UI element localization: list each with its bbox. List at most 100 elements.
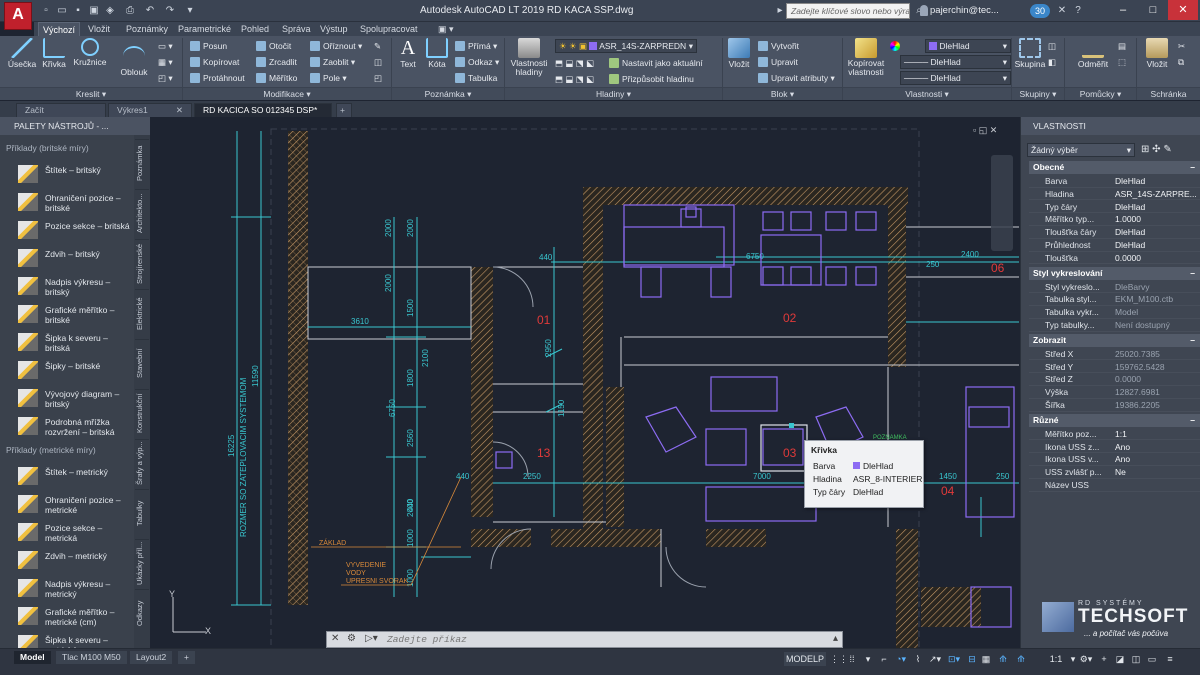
tab-insert[interactable]: Vložit xyxy=(84,22,114,36)
layout-tab-layout2[interactable]: Layout2 xyxy=(130,651,173,664)
tab-start[interactable]: Začít xyxy=(16,103,106,117)
palette-tab[interactable]: Elektrické xyxy=(135,289,149,337)
line-button[interactable]: Úsečka xyxy=(4,38,40,69)
offset-icon[interactable]: ◰ xyxy=(374,72,382,84)
customize-qat-icon[interactable]: ▾ xyxy=(184,5,196,17)
array-button[interactable]: Pole ▾ xyxy=(310,72,347,84)
property-row[interactable]: Typ tabulky... Není dostupný xyxy=(1029,319,1200,332)
tab-home[interactable]: Výchozí xyxy=(38,22,81,36)
snap-icon[interactable]: ⁞⁞ xyxy=(846,652,858,666)
layer-properties-button[interactable]: Vlastnosti hladiny xyxy=(508,38,550,77)
app-menu-button[interactable]: A xyxy=(4,2,32,30)
property-row[interactable]: Výška 12827.6981 xyxy=(1029,386,1200,399)
annotation-scale[interactable]: 1:1 xyxy=(1044,652,1068,666)
color-dropdown[interactable]: DleHlad ▾ xyxy=(925,39,1011,53)
make-current-button[interactable]: Nastavit jako aktuální xyxy=(609,57,703,69)
grip[interactable] xyxy=(789,423,794,428)
open-web-icon[interactable]: ◈ xyxy=(104,5,116,17)
tab-drawing1[interactable]: Výkres1 ✕ xyxy=(108,103,192,117)
fillet-button[interactable]: Zaoblit ▾ xyxy=(310,56,355,68)
save-icon[interactable]: ▪ xyxy=(72,5,84,17)
notification-badge[interactable]: 30 xyxy=(1030,4,1050,18)
command-line[interactable]: ✕ ⚙ ▷▾ Zadejte příkaz ▴ xyxy=(326,631,843,648)
palette-tab[interactable]: Poznámka xyxy=(135,139,149,187)
ungroup-icon[interactable]: ◫ xyxy=(1048,40,1056,52)
draw-panel-title[interactable]: Kreslit ▾ xyxy=(0,87,182,100)
model-space-button[interactable]: MODELP xyxy=(784,652,826,666)
palette-title[interactable]: PALETY NÁSTROJŮ - ... xyxy=(0,117,150,135)
lineweight-icon[interactable]: ⊟ xyxy=(966,652,978,666)
layout-tab-print[interactable]: Tlac M100 M50 xyxy=(56,651,127,664)
property-row[interactable]: Šířka 19386.2205 xyxy=(1029,399,1200,412)
property-row[interactable]: Barva DleHlad xyxy=(1029,175,1200,188)
polyline-button[interactable]: Křivka xyxy=(38,38,70,69)
linetype-dropdown[interactable]: ──── DleHlad ▾ xyxy=(900,55,1011,69)
undo-icon[interactable]: ↶ xyxy=(144,5,156,17)
copy-clip-icon[interactable]: ⧉ xyxy=(1178,56,1184,68)
property-row[interactable]: Ikona USS v... Ano xyxy=(1029,453,1200,466)
modify-panel-title[interactable]: Modifikace ▾ xyxy=(183,87,391,100)
property-row[interactable]: Měřítko poz... 1:1 xyxy=(1029,428,1200,441)
close-tab-icon[interactable]: ✕ xyxy=(176,104,183,117)
tab-output[interactable]: Výstup xyxy=(316,22,352,36)
property-row[interactable]: Typ čáry DleHlad xyxy=(1029,201,1200,214)
property-row[interactable]: Střed Y 159762.5428 xyxy=(1029,361,1200,374)
annotation-panel-title[interactable]: Poznámka ▾ xyxy=(392,87,504,100)
command-settings-icon[interactable]: ⚙ xyxy=(347,633,356,644)
layers-panel-title[interactable]: Hladiny ▾ xyxy=(505,87,722,100)
group-button[interactable]: Skupina xyxy=(1014,38,1046,69)
measure-button[interactable]: Odměřit xyxy=(1072,38,1114,69)
palette-tab[interactable]: Tabulky xyxy=(135,489,149,537)
property-row[interactable]: Tabulka styl... EKM_M100.ctb xyxy=(1029,293,1200,306)
expand-search-icon[interactable]: ▸ xyxy=(774,5,786,17)
ribbon-options-icon[interactable]: ▣ ▾ xyxy=(434,22,458,36)
tab-view[interactable]: Pohled xyxy=(237,22,273,36)
copy-button[interactable]: Kopírovat xyxy=(190,56,239,68)
maximize-button[interactable]: □ xyxy=(1138,0,1168,20)
minimize-button[interactable]: – xyxy=(1108,0,1138,20)
arc-button[interactable]: Oblouk xyxy=(118,46,150,77)
rotate-button[interactable]: Otočit xyxy=(256,40,291,52)
palette-tab[interactable]: Architekto... xyxy=(135,189,149,237)
properties-section-view[interactable]: Zobrazit – xyxy=(1029,333,1200,347)
redo-icon[interactable]: ↷ xyxy=(164,5,176,17)
move-button[interactable]: Posun xyxy=(190,40,227,52)
quick-calc-icon[interactable]: ▤ xyxy=(1118,40,1126,52)
table-button[interactable]: Tabulka xyxy=(455,72,497,84)
hardware-accel-icon[interactable]: ◪ xyxy=(1114,652,1126,666)
property-row[interactable]: Ikona USS z... Ano xyxy=(1029,441,1200,454)
trim-button[interactable]: Oříznout ▾ xyxy=(310,40,362,52)
match-layer-button[interactable]: Přizpůsobit hladinu xyxy=(609,73,694,85)
property-row[interactable]: Střed Z 0.0000 xyxy=(1029,373,1200,386)
scale-dropdown-icon[interactable]: ▾ xyxy=(1068,652,1078,666)
scale-button[interactable]: Měřítko xyxy=(256,72,297,84)
utilities-panel-title[interactable]: Pomůcky ▾ xyxy=(1065,87,1136,100)
palette-tab[interactable]: Ukázky příl... xyxy=(135,539,149,587)
ortho-icon[interactable]: ⌐ xyxy=(878,652,890,666)
paste-button[interactable]: Vložit xyxy=(1142,38,1172,69)
leader-button[interactable]: Odkaz ▾ xyxy=(455,56,499,68)
quick-select-icon[interactable]: ⊞ ✣ ✎ xyxy=(1141,144,1172,155)
new-file-icon[interactable]: ▫ xyxy=(40,5,52,17)
navigation-bar[interactable] xyxy=(991,155,1013,251)
palette-tab[interactable]: Odkazy xyxy=(135,589,149,637)
help-icon[interactable]: ? xyxy=(1072,5,1084,17)
erase-icon[interactable]: ✎ xyxy=(374,40,381,52)
linear-dim-button[interactable]: Přímá ▾ xyxy=(455,40,497,52)
palette-tab[interactable]: Strojírenské xyxy=(135,239,149,287)
properties-section-plotstyle[interactable]: Styl vykreslování – xyxy=(1029,266,1200,280)
object-tracking-icon[interactable]: ↗▾ xyxy=(927,652,943,666)
layer-dropdown[interactable]: ☀ ☀ ▣ ASR_14S-ZARPREDN ▾ xyxy=(555,39,697,53)
grid-icon[interactable]: ⋮⋮ xyxy=(830,652,848,666)
polar-icon[interactable]: ◔▾ xyxy=(893,652,909,666)
command-history-icon[interactable]: ▴ xyxy=(833,633,838,644)
insert-block-button[interactable]: Vložit xyxy=(726,38,752,69)
customize-icon[interactable]: ≡ xyxy=(1164,652,1176,666)
properties-title[interactable]: VLASTNOSTI xyxy=(1021,117,1200,135)
transparency-icon[interactable]: ▦ xyxy=(980,652,992,666)
edit-attributes-button[interactable]: Upravit atributy ▾ xyxy=(758,72,835,84)
layout-tab-model[interactable]: Model xyxy=(14,651,51,664)
palette-tab[interactable]: Šrafy a výp... xyxy=(135,439,149,487)
close-button[interactable]: ✕ xyxy=(1168,0,1198,20)
match-properties-button[interactable]: Kopírovat vlastnosti xyxy=(846,38,886,77)
